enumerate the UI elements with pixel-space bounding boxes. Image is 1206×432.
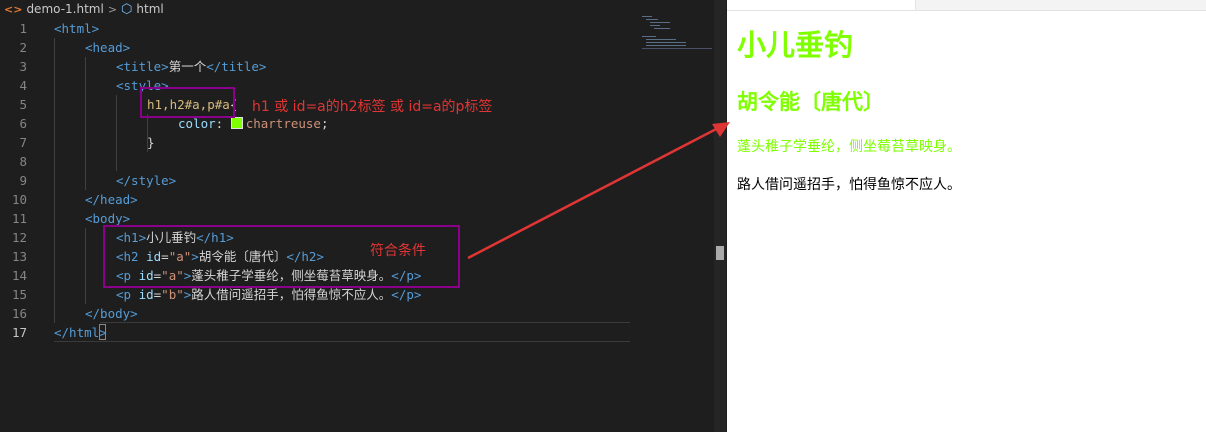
token: </head> [85, 192, 138, 207]
preview-heading-1: 小儿垂钓 [737, 28, 854, 62]
code-text: </style> [116, 171, 176, 190]
browser-preview: 小儿垂钓 胡令能〔唐代〕 蓬头稚子学垂纶，侧坐莓苔草映身。 路人借问遥招手，怕得… [727, 0, 1206, 432]
token: </style> [116, 173, 177, 188]
color-swatch-icon[interactable] [230, 117, 243, 129]
code-text: } [147, 133, 155, 152]
token: ; [320, 116, 329, 131]
token: color [178, 116, 216, 131]
line-number: 4 [19, 78, 27, 93]
code-editor[interactable]: <> demo-1.html > ⬡ html 1 <html> 2 <head> 3 <… [0, 0, 714, 432]
token: <p [116, 287, 139, 302]
line-number: 7 [19, 135, 27, 150]
token: : [215, 116, 231, 131]
token: <title> [116, 59, 169, 74]
token: "b" [161, 287, 184, 302]
token: 路人借问遥招手，怕得鱼惊不应人。 [191, 287, 392, 302]
current-line-border [54, 341, 630, 342]
code-line[interactable]: 3 <title>第一个</title> [0, 57, 714, 76]
vertical-scrollbar[interactable] [714, 0, 726, 432]
preview-tab[interactable] [727, 0, 916, 10]
code-line[interactable]: 8 [0, 152, 714, 171]
code-text: <title>第一个</title> [116, 57, 266, 76]
selector-annotation: h1 或 id=a的h2标签 或 id=a的p标签 [252, 99, 493, 115]
line-number: 15 [11, 287, 27, 302]
preview-paragraph-a: 蓬头稚子学垂纶，侧坐莓苔草映身。 [737, 139, 961, 155]
code-text: </body> [85, 304, 138, 323]
code-line[interactable]: 10 </head> [0, 190, 714, 209]
line-number: 12 [11, 230, 27, 245]
match-annotation: 符合条件 [370, 243, 426, 259]
line-number: 2 [19, 40, 27, 55]
cube-icon: ⬡ [121, 1, 133, 17]
token: } [147, 135, 155, 150]
line-number: 14 [11, 268, 27, 283]
current-line-border [100, 322, 630, 323]
code-text: <html> [54, 19, 99, 38]
token: <head> [85, 40, 131, 55]
scrollbar-grip-icon[interactable] [716, 246, 724, 260]
token: </p> [391, 287, 422, 302]
line-number: 10 [11, 192, 27, 207]
breadcrumb-file[interactable]: demo-1.html [26, 2, 103, 16]
line-number: 16 [11, 306, 27, 321]
code-text: <head> [85, 38, 130, 57]
preview-paragraph-b: 路人借问遥招手，怕得鱼惊不应人。 [737, 177, 961, 193]
line-number: 13 [11, 249, 27, 264]
code-line[interactable]: 7} [0, 133, 714, 152]
code-line[interactable]: 2 <head> [0, 38, 714, 57]
line-number: 8 [19, 154, 27, 169]
token: </title> [206, 59, 267, 74]
token: <body> [85, 211, 131, 226]
line-number: 1 [19, 21, 27, 36]
token: 第一个 [168, 59, 207, 74]
line-number: 11 [11, 211, 27, 226]
line-number: 9 [19, 173, 27, 188]
line-number: 6 [19, 116, 27, 131]
minimap[interactable] [636, 14, 712, 54]
preview-heading-2: 胡令能〔唐代〕 [737, 90, 884, 114]
code-line[interactable]: 1 <html> [0, 19, 714, 38]
line-number: 17 [11, 325, 27, 340]
chevron-right-icon: > [107, 2, 118, 16]
line-number: 3 [19, 59, 27, 74]
code-line[interactable]: 6 color: chartreuse; [0, 114, 714, 133]
selector-highlight-box [140, 87, 235, 118]
breadcrumb-node[interactable]: html [136, 2, 163, 16]
breadcrumb: <> demo-1.html > ⬡ html [0, 0, 718, 18]
code-line[interactable]: 17 </html> [0, 323, 714, 342]
bracket-match-box [99, 324, 106, 340]
line-number: 5 [19, 97, 27, 112]
code-text: </head> [85, 190, 138, 209]
code-line[interactable]: 9 </style> [0, 171, 714, 190]
token: <html> [54, 21, 100, 36]
token: </body> [85, 306, 138, 321]
code-line[interactable]: 16 </body> [0, 304, 714, 323]
token: id [138, 287, 154, 302]
code-line[interactable]: 4 <style> [0, 76, 714, 95]
token: chartreuse [245, 116, 321, 131]
html-file-icon: <> [4, 2, 23, 16]
